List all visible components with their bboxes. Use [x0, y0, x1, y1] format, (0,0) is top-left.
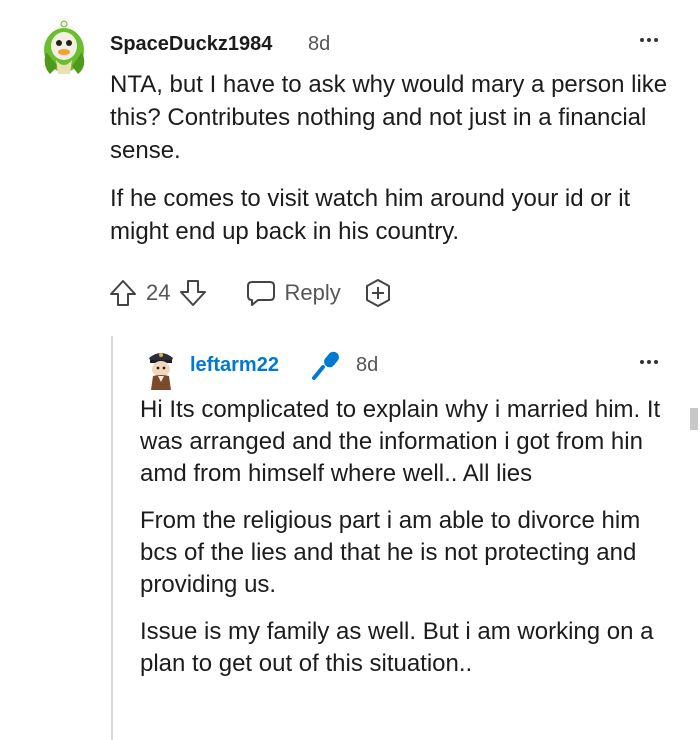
award-plus-icon: [365, 279, 390, 307]
reply-paragraph: Issue is my family as well. But i am wor…: [140, 618, 654, 677]
duck-avatar-icon[interactable]: [36, 16, 92, 76]
comment-author[interactable]: SpaceDuckz1984: [110, 33, 272, 56]
comment-timestamp: 8d: [308, 33, 331, 55]
comment-paragraph: NTA, but I have to ask why would mary a …: [110, 71, 668, 164]
arrow-down-icon[interactable]: [178, 278, 208, 308]
reply-button[interactable]: Reply: [246, 279, 341, 307]
scrollbar-thumb[interactable]: [690, 408, 698, 430]
reply-body: Hi Its complicated to explain why i marr…: [140, 394, 680, 695]
award-button[interactable]: [363, 278, 393, 308]
reply-paragraph: Hi Its complicated to explain why i marr…: [140, 396, 661, 487]
more-options-icon[interactable]: [640, 38, 658, 42]
reply-comment: leftarm22 8d Hi Its complicated to expla…: [0, 330, 700, 740]
comment-actions: 24 Reply: [108, 276, 393, 310]
comment-body: NTA, but I have to ask why would mary a …: [110, 68, 680, 263]
comment: SpaceDuckz1984 8d NTA, but I have to ask…: [0, 0, 700, 330]
more-options-icon[interactable]: [640, 360, 658, 364]
vote-controls: 24: [108, 278, 208, 308]
reply-timestamp: 8d: [356, 354, 379, 376]
arrow-up-icon[interactable]: [108, 278, 138, 308]
comment-paragraph: If he comes to visit watch him around yo…: [110, 185, 631, 245]
reply-author[interactable]: leftarm22: [190, 354, 279, 377]
user-avatar-icon[interactable]: [144, 346, 178, 390]
reply-label: Reply: [284, 280, 341, 305]
speech-bubble-icon: [247, 281, 276, 306]
reply-paragraph: From the religious part i am able to div…: [140, 507, 641, 598]
microphone-icon: [312, 351, 339, 380]
vote-count: 24: [146, 280, 171, 305]
